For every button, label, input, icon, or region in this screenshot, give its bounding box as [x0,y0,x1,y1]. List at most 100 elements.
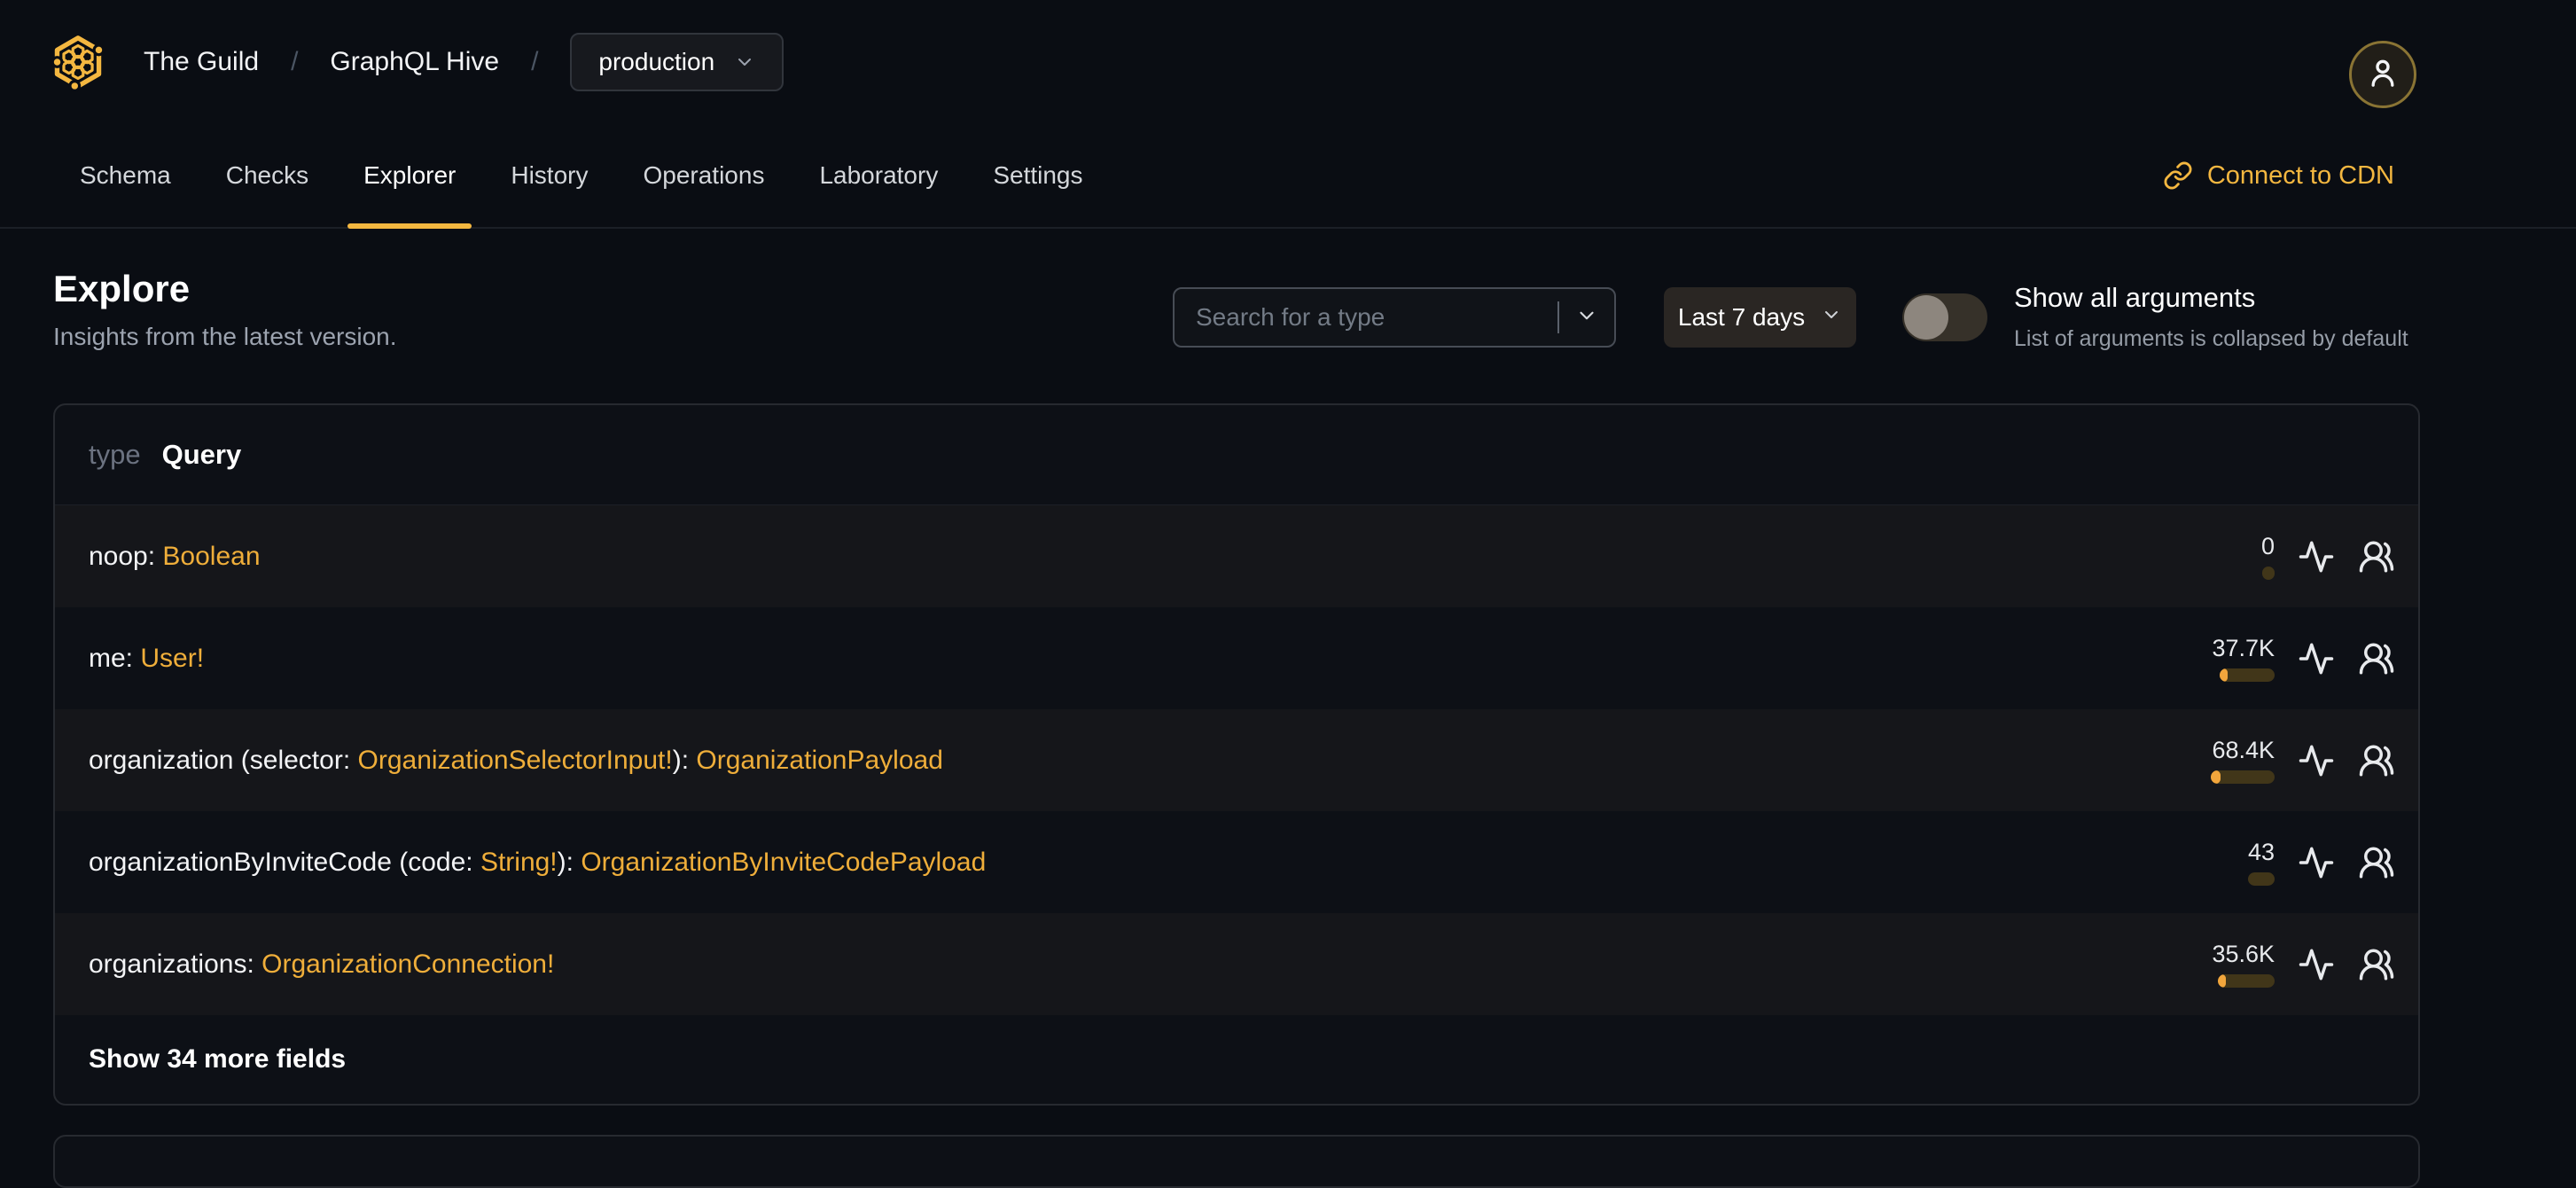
link-icon [2163,160,2193,191]
request-count-column: 68.4K [2151,737,2275,784]
tab-history[interactable]: History [495,124,604,227]
field-row: noop: Boolean 0 [55,505,2418,607]
users-icon[interactable] [2358,640,2395,677]
page-title: Explore [53,268,191,309]
field-type-link[interactable]: User! [140,644,204,673]
nav-tabs: Schema Checks Explorer History Operations Lab… [64,124,1099,229]
activity-icon[interactable] [2298,844,2335,881]
hive-honeycomb-logo-icon[interactable] [50,30,106,94]
field-signature: organizations: OrganizationConnection! [89,950,2151,980]
field-signature: organization (selector: OrganizationSele… [89,746,2151,776]
field-name-text: ): [557,847,582,877]
field-stats: 43 [2151,839,2395,886]
usage-bar-fill [2211,770,2221,784]
breadcrumb-project[interactable]: GraphQL Hive [330,47,499,77]
type-kind-label: type [89,439,141,470]
users-icon[interactable] [2358,844,2395,881]
field-signature: organizationByInviteCode (code: String!)… [89,848,2151,878]
field-row: organization (selector: OrganizationSele… [55,709,2418,811]
field-list: noop: Boolean 0 me: User! 37.7K organization… [55,505,2418,1015]
request-count-column: 35.6K [2151,941,2275,988]
toggle-knob [1904,295,1948,340]
request-count-column: 37.7K [2151,635,2275,682]
type-card-query: type Query noop: Boolean 0 me: User! 37.7K o… [53,403,2420,1106]
breadcrumb-separator: / [291,47,299,76]
show-all-arguments-toggle[interactable] [1902,293,1987,341]
user-menu-button[interactable] [2349,41,2416,108]
tab-checks[interactable]: Checks [210,124,324,227]
app-header: The Guild / GraphQL Hive / production [0,0,2576,124]
usage-bar [2211,770,2275,784]
user-icon [2365,55,2400,95]
field-name-text: ): [672,745,697,775]
tab-operations[interactable]: Operations [627,124,780,227]
usage-bar [2218,974,2275,988]
page-subtitle: Insights from the latest version. [53,323,397,350]
field-name-text: me: [89,643,141,673]
usage-bar [2220,668,2275,682]
next-type-card-partial [53,1135,2420,1188]
activity-icon[interactable] [2298,538,2335,575]
project-nav: Schema Checks Explorer History Operations Lab… [0,124,2576,229]
breadcrumb-separator: / [531,47,539,76]
field-stats: 35.6K [2151,941,2395,988]
request-count: 68.4K [2212,737,2275,763]
field-row: me: User! 37.7K [55,607,2418,709]
request-count: 43 [2247,839,2275,865]
users-icon[interactable] [2358,946,2395,983]
field-type-link[interactable]: OrganizationConnection! [262,950,554,979]
field-stats: 68.4K [2151,737,2395,784]
users-icon[interactable] [2358,538,2395,575]
type-name: Query [161,439,242,470]
usage-bar-fill [2218,974,2226,988]
arguments-toggle-text: Show all arguments List of arguments is … [2014,282,2431,352]
toggle-label: Show all arguments [2014,282,2256,313]
search-dropdown-button[interactable] [1559,304,1614,332]
connect-to-cdn-link[interactable]: Connect to CDN [2163,124,2394,227]
show-more-fields-button[interactable]: Show 34 more fields [55,1015,2418,1104]
activity-icon[interactable] [2298,946,2335,983]
field-stats: 0 [2151,533,2395,580]
breadcrumb-org[interactable]: The Guild [144,47,259,77]
chevron-down-icon [734,51,755,73]
tab-laboratory[interactable]: Laboratory [803,124,954,227]
field-type-link[interactable]: String! [480,848,558,877]
field-name-text: organizations: [89,949,262,979]
request-count: 0 [2260,533,2275,559]
toggle-hint: List of arguments is collapsed by defaul… [2014,326,2408,351]
period-value: Last 7 days [1677,303,1806,331]
usage-bar-fill [2220,668,2229,682]
target-selector-dropdown[interactable]: production [570,33,785,91]
breadcrumb: The Guild / GraphQL Hive / production [144,33,785,91]
tab-explorer[interactable]: Explorer [347,124,472,229]
field-name-text: organizationByInviteCode (code: [89,847,480,877]
type-search-box [1173,287,1616,348]
field-signature: noop: Boolean [89,542,2151,572]
field-type-link[interactable]: OrganizationPayload [696,746,943,775]
field-type-link[interactable]: OrganizationSelectorInput! [358,746,673,775]
field-signature: me: User! [89,644,2151,674]
activity-icon[interactable] [2298,640,2335,677]
users-icon[interactable] [2358,742,2395,779]
field-type-link[interactable]: Boolean [162,542,260,571]
request-count: 35.6K [2212,941,2275,967]
field-type-link[interactable]: OrganizationByInviteCodePayload [581,848,986,877]
chevron-down-icon [1821,303,1842,332]
target-selector-value: production [598,48,715,75]
field-row: organizations: OrganizationConnection! 35… [55,913,2418,1015]
field-row: organizationByInviteCode (code: String!)… [55,811,2418,913]
connect-to-cdn-label: Connect to CDN [2206,160,2394,190]
type-search-input[interactable] [1175,303,1557,332]
field-name-text: noop: [89,541,163,571]
type-card-header: type Query [55,405,2418,505]
activity-icon[interactable] [2298,742,2335,779]
chevron-down-icon [1575,304,1598,332]
period-selector-dropdown[interactable]: Last 7 days [1664,287,1856,348]
usage-bar [2262,567,2275,580]
request-count: 37.7K [2212,635,2275,661]
usage-bar [2248,872,2275,886]
page-head: Explore Insights from the latest version… [53,270,397,351]
field-name-text: organization (selector: [89,745,358,775]
tab-schema[interactable]: Schema [64,124,187,227]
tab-settings[interactable]: Settings [977,124,1098,227]
